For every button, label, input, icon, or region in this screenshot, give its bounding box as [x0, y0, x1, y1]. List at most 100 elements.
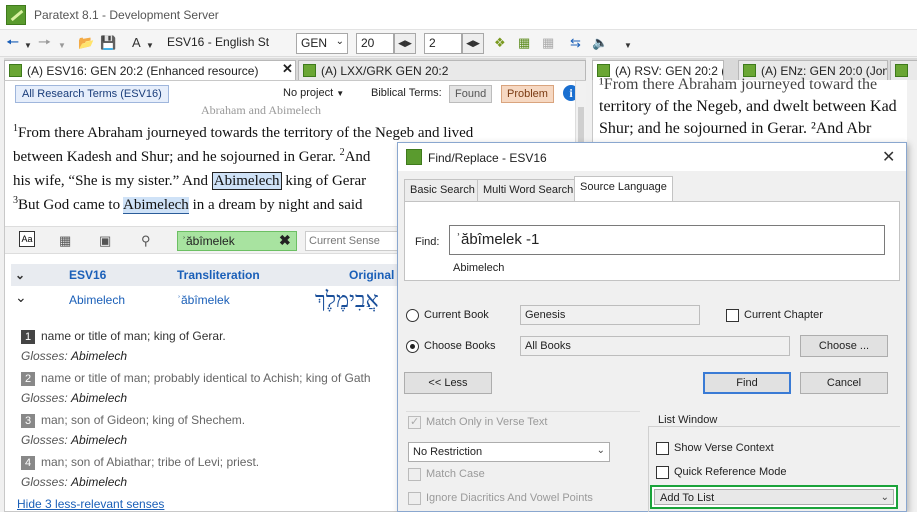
clear-search-icon[interactable]: ✖: [279, 232, 291, 249]
match-verse-label: Match Only in Verse Text: [426, 416, 548, 428]
verse-text: king of Gerar: [281, 173, 367, 189]
sense-number: 4: [21, 456, 35, 470]
disabled-tool-icon[interactable]: ▦: [542, 35, 554, 51]
forward-arrow-icon[interactable]: 🠖: [38, 35, 51, 51]
add-to-list-dropdown[interactable]: Add To List ⌄: [650, 485, 898, 509]
highlighted-term[interactable]: Abimelech: [123, 197, 189, 214]
dialog-title-bar[interactable]: Find/Replace - ESV16 ✕: [398, 143, 906, 171]
right-scrollbar[interactable]: [907, 80, 917, 512]
match-case-checkbox[interactable]: [408, 468, 421, 481]
find-gloss: Abimelech: [453, 262, 505, 274]
current-chapter-label: Current Chapter: [744, 309, 823, 321]
verse-text: between Kadesh and Shur; and he sojourne…: [13, 149, 340, 165]
close-icon[interactable]: ✕: [882, 147, 895, 167]
library-icon[interactable]: ▦: [59, 233, 71, 249]
research-terms-button[interactable]: All Research Terms (ESV16): [15, 85, 169, 103]
verse-line: between Kadesh and Shur; and he sojourne…: [13, 148, 371, 166]
grid-tool-icon[interactable]: ▦: [518, 35, 530, 51]
tab-lxx[interactable]: (A) LXX/GRK GEN 20:2: [298, 60, 586, 80]
choose-books-value: All Books: [520, 336, 790, 356]
verse-stepper[interactable]: ◀▶: [462, 33, 484, 54]
verse-input[interactable]: 2: [424, 33, 462, 54]
choose-books-button[interactable]: Choose ...: [800, 335, 888, 357]
find-button[interactable]: Find: [703, 372, 791, 394]
expand-chevron-icon[interactable]: ⌄: [15, 289, 27, 306]
column-original[interactable]: Original: [349, 268, 394, 282]
sense-number: 1: [21, 330, 35, 344]
font-size-label[interactable]: A: [132, 35, 141, 51]
book-selector[interactable]: GEN ⌄: [296, 33, 348, 54]
font-size-dropdown-icon[interactable]: ▼: [146, 38, 154, 54]
speaker-dropdown-icon[interactable]: ▼: [624, 38, 632, 54]
show-verse-context-checkbox[interactable]: [656, 442, 669, 455]
speaker-icon[interactable]: 🔈: [592, 35, 608, 51]
tab-esv16[interactable]: (A) ESV16: GEN 20:2 (Enhanced resource): [4, 60, 296, 80]
back-arrow-icon[interactable]: 🠔: [6, 35, 19, 51]
section-heading: Abraham and Abimelech: [201, 103, 321, 117]
save-icon[interactable]: 💾: [100, 35, 116, 51]
hide-senses-link[interactable]: Hide 3 less-relevant senses: [17, 497, 164, 511]
find-input[interactable]: ʾăbîmelek -1: [449, 225, 885, 255]
resource-tab-icon: [9, 64, 22, 77]
verse-line: territory of the Negeb, and dwelt betwee…: [599, 98, 897, 115]
back-dropdown-icon[interactable]: ▼: [24, 38, 32, 54]
forward-dropdown-icon[interactable]: ▼: [58, 38, 66, 54]
current-book-label: Current Book: [424, 309, 489, 321]
ignore-diacritics-checkbox[interactable]: [408, 492, 421, 505]
add-to-list-value: Add To List: [660, 492, 715, 504]
collapse-all-icon[interactable]: ⌄: [15, 268, 25, 282]
list-window-label: List Window: [656, 414, 720, 426]
gloss-value: Abimelech: [71, 391, 128, 405]
column-transliteration[interactable]: Transliteration: [177, 268, 260, 282]
gloss-label: Glosses:: [21, 433, 68, 447]
resource-selector[interactable]: ESV16 - English St: [163, 33, 283, 54]
tab-source-language[interactable]: Source Language: [574, 176, 673, 201]
chevron-down-icon: ⌄: [335, 36, 344, 47]
sense-number: 2: [21, 372, 35, 386]
current-book-radio[interactable]: [406, 309, 419, 322]
sense-gloss: Glosses: Abimelech: [21, 475, 127, 489]
choose-books-radio[interactable]: [406, 340, 419, 353]
tab-extra[interactable]: [890, 60, 917, 80]
chapter-stepper[interactable]: ◀▶: [394, 33, 416, 54]
match-verse-checkbox[interactable]: [408, 415, 421, 429]
verse-line: 3But God came to Abimelech in a dream by…: [13, 196, 363, 214]
column-esv16[interactable]: ESV16: [69, 268, 106, 282]
paratext-logo-icon: [6, 5, 26, 25]
tab-basic-search[interactable]: Basic Search: [404, 179, 481, 201]
found-button[interactable]: Found: [449, 85, 493, 103]
tab-multi-word-search[interactable]: Multi Word Search: [477, 179, 580, 201]
map-pin-icon[interactable]: ⚲: [141, 233, 151, 249]
current-sense-field[interactable]: Current Sense: [305, 231, 405, 251]
problem-button[interactable]: Problem: [501, 85, 554, 103]
left-tab-strip: (A) ESV16: GEN 20:2 (Enhanced resource) …: [4, 58, 586, 80]
dictionary-icon[interactable]: Aa: [19, 231, 35, 247]
cancel-button[interactable]: Cancel: [800, 372, 888, 394]
project-value: No project: [283, 87, 334, 99]
link-tool-icon[interactable]: ❖: [494, 35, 506, 51]
verse-text: And: [344, 149, 371, 165]
chapter-input[interactable]: 20: [356, 33, 394, 54]
project-dropdown[interactable]: No project ▼: [283, 87, 344, 99]
less-button[interactable]: << Less: [404, 372, 492, 394]
quick-reference-checkbox[interactable]: [656, 466, 669, 479]
match-case-label: Match Case: [426, 468, 485, 480]
show-verse-context-label: Show Verse Context: [674, 442, 774, 454]
verse-text: But God came to: [18, 197, 123, 213]
sense-text: 3 man; son of Gideon; king of Shechem.: [21, 413, 245, 428]
current-book-value: Genesis: [520, 305, 700, 325]
current-chapter-checkbox[interactable]: [726, 309, 739, 322]
sync-icon[interactable]: ⇆: [570, 35, 581, 51]
sense-definition: man; son of Gideon; king of Shechem.: [41, 413, 246, 427]
find-replace-dialog: Find/Replace - ESV16 ✕ Basic Search Mult…: [397, 142, 907, 512]
highlighted-term[interactable]: Abimelech: [211, 172, 282, 190]
scrollbar-thumb[interactable]: [578, 107, 584, 143]
resource-tab-icon: [303, 64, 316, 77]
sense-definition: name or title of man; probably identical…: [41, 371, 371, 385]
verse-line: ¹From there Abraham journeyed toward the: [599, 76, 878, 93]
close-tab-icon[interactable]: ✕: [282, 61, 293, 77]
open-folder-icon[interactable]: 📂: [78, 35, 94, 51]
add-to-list-select[interactable]: Add To List ⌄: [654, 489, 894, 505]
image-icon[interactable]: ▣: [99, 233, 111, 249]
restriction-dropdown[interactable]: No Restriction ⌄: [408, 442, 610, 462]
